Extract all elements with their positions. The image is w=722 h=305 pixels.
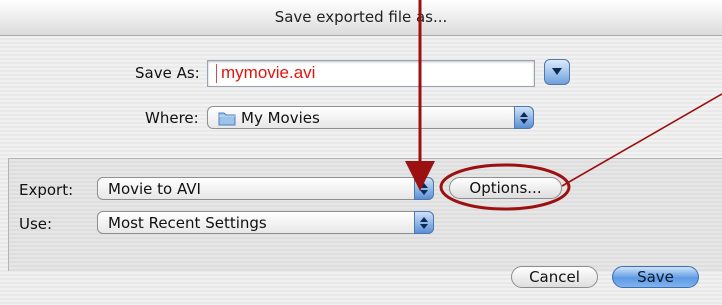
annotation-ellipse [439,163,571,211]
annotation-line [561,93,722,187]
annotation-overlay [405,0,722,211]
